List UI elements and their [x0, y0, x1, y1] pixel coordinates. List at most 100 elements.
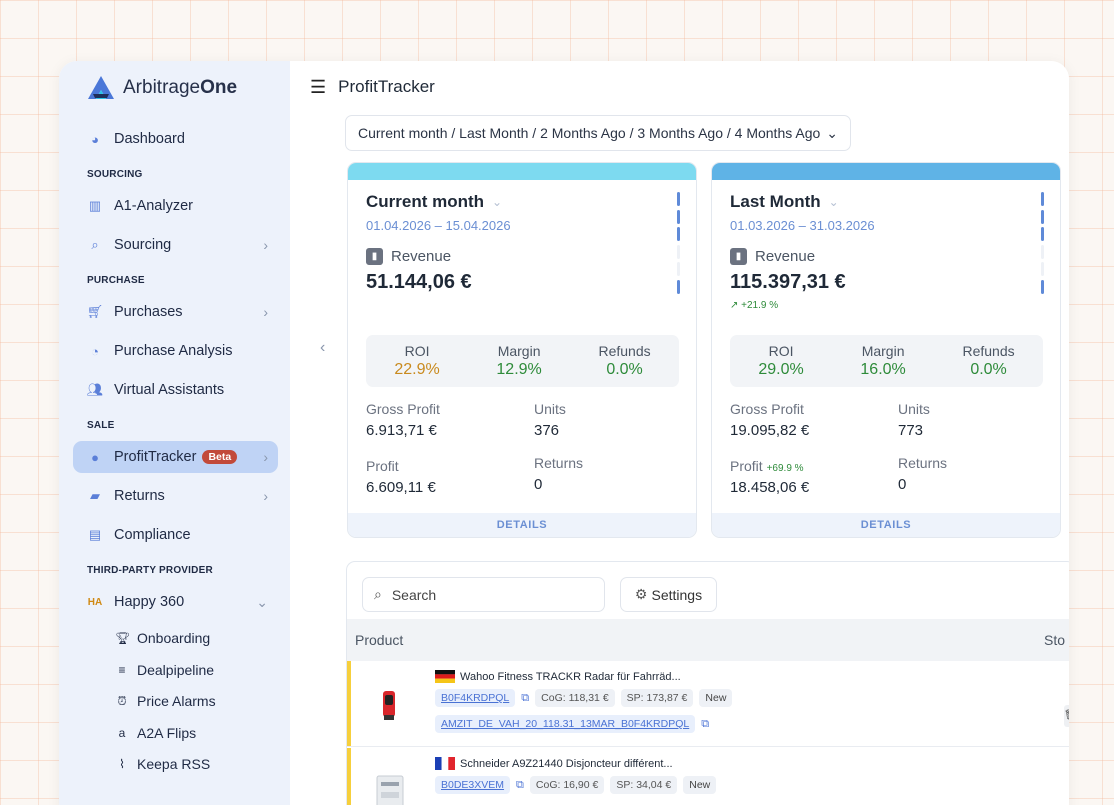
revenue-chart-icon: ▮ — [730, 248, 747, 265]
sidebar-item-label: Virtual Assistants — [114, 382, 225, 398]
revenue-trend: ↗ +21.9 % — [730, 300, 779, 311]
chevron-right-icon: › — [263, 488, 268, 504]
sidebar-item-label: A2A Flips — [137, 724, 197, 741]
copy-icon[interactable]: ⧉ — [701, 718, 709, 731]
cart-icon: 🛒︎ — [86, 304, 104, 319]
table-row[interactable]: Wahoo Fitness TRACKR Radar für Fahrräd..… — [347, 661, 1069, 747]
margin-label: Margin — [497, 343, 541, 359]
sidebar-item-label: Price Alarms — [137, 693, 216, 710]
period-selector[interactable]: Current month / Last Month / 2 Months Ag… — [345, 115, 851, 151]
section-purchase: PURCHASE — [87, 275, 145, 286]
table-row[interactable]: Schneider A9Z21440 Disjoncteur différent… — [347, 748, 1069, 805]
page-title: ProfitTracker — [338, 77, 435, 96]
revenue-label: ▮ Revenue — [366, 248, 696, 265]
section-third-party: THIRD-PARTY PROVIDER — [87, 565, 213, 576]
section-sourcing: SOURCING — [87, 169, 143, 180]
sidebar-item-label: Compliance — [114, 527, 191, 543]
sidebar-subitem-onboarding[interactable]: 🏆︎ Onboarding — [73, 625, 278, 651]
sidebar-item-label: A1-Analyzer — [114, 198, 193, 214]
margin-value: 12.9% — [496, 361, 542, 378]
sidebar-item-returns[interactable]: ▰ Returns › — [73, 480, 278, 512]
sidebar: ArbitrageOne ◕ Dashboard SOURCING ▥ A1-A… — [59, 61, 290, 805]
settings-label: Settings — [651, 586, 703, 603]
info-circle-icon: ● — [91, 449, 99, 465]
logo[interactable]: ArbitrageOne — [87, 75, 278, 101]
sidebar-item-label: ProfitTracker — [114, 449, 197, 465]
chevron-down-icon: ⌄ — [828, 195, 839, 209]
card-scrollbar[interactable] — [677, 192, 680, 294]
card-scrollbar[interactable] — [1041, 192, 1044, 294]
column-stock[interactable]: Sto — [1044, 632, 1065, 648]
product-title[interactable]: Schneider A9Z21440 Disjoncteur différent… — [435, 757, 673, 770]
sidebar-item-happy360[interactable]: HA Happy 360 ⌄ — [73, 586, 278, 618]
card-dates: 01.04.2026 – 15.04.2026 — [366, 218, 511, 233]
sidebar-item-label: Returns — [114, 488, 165, 504]
product-image — [383, 691, 395, 720]
sidebar-subitem-dealpipeline[interactable]: ≡ Dealpipeline — [73, 657, 278, 683]
details-button[interactable]: DETAILS — [348, 513, 696, 537]
gross-profit: Gross Profit 19.095,82 € — [730, 401, 810, 439]
document-shield-icon: ▤ — [88, 527, 102, 542]
hamburger-menu-icon[interactable]: ☰ — [310, 77, 326, 98]
main-content: ☰ ProfitTracker Current month / Last Mon… — [290, 61, 1069, 805]
sku-link[interactable]: AMZIT_DE_VAH_20_118.31_13MAR_B0F4KRDPQL — [435, 715, 696, 733]
trash-icon[interactable]: 🗑︎ — [1064, 705, 1069, 727]
revenue-value: 51.144,06 € — [366, 271, 472, 293]
sidebar-item-virtual-assistants[interactable]: 👥︎ Virtual Assistants — [73, 374, 278, 406]
beta-badge: Beta — [202, 450, 238, 464]
sp-chip: SP: 34,04 € — [610, 776, 678, 794]
sidebar-item-label: Dashboard — [114, 131, 185, 147]
roi-label: ROI — [768, 343, 794, 359]
asin-link[interactable]: B0DE3XVEM — [435, 776, 511, 794]
sidebar-item-label: Purchases — [114, 304, 183, 320]
sidebar-item-label: Sourcing — [114, 237, 172, 253]
filter-list-icon: ≡ — [118, 662, 126, 677]
roi-value: 22.9% — [394, 361, 440, 378]
sidebar-subitem-keepa-rss[interactable]: ⌇ Keepa RSS — [73, 751, 278, 777]
chevron-left-icon[interactable]: ‹ — [320, 339, 325, 357]
france-flag-icon — [435, 757, 455, 770]
roi-value: 29.0% — [758, 361, 804, 378]
search-icon: ⌕ — [374, 586, 382, 602]
box-return-icon: ▰ — [90, 488, 100, 503]
sidebar-subitem-a2a-flips[interactable]: a A2A Flips — [73, 720, 278, 746]
chevron-right-icon: › — [263, 237, 268, 253]
sidebar-item-profittracker[interactable]: ● ProfitTracker Beta › — [73, 441, 278, 473]
card-title[interactable]: Last Month ⌄ — [730, 192, 1060, 212]
sidebar-item-label: Purchase Analysis — [114, 343, 233, 359]
sidebar-item-compliance[interactable]: ▤ Compliance — [73, 519, 278, 551]
product-chips: B0F4KRDPQL ⧉ CoG: 118,31 € SP: 173,87 € … — [435, 689, 733, 707]
chevron-right-icon: › — [263, 304, 268, 320]
refunds-value: 0.0% — [606, 361, 643, 378]
copy-icon[interactable]: ⧉ — [521, 692, 529, 705]
search-input[interactable]: ⌕ Search — [362, 577, 605, 612]
sidebar-item-a1-analyzer[interactable]: ▥ A1-Analyzer — [73, 190, 278, 222]
products-table: ⌕ Search ⚙ Settings Product Sto Wahoo Fi… — [346, 561, 1069, 805]
product-title[interactable]: Wahoo Fitness TRACKR Radar für Fahrräd..… — [435, 670, 681, 683]
sidebar-item-purchase-analysis[interactable]: ◔ Purchase Analysis — [73, 335, 278, 367]
details-button[interactable]: DETAILS — [712, 513, 1060, 537]
sidebar-item-dashboard[interactable]: ◕ Dashboard — [73, 123, 278, 155]
amazon-icon: a — [118, 725, 126, 740]
germany-flag-icon — [435, 670, 455, 683]
margin-label: Margin — [861, 343, 905, 359]
returns: Returns 0 — [534, 455, 584, 493]
row-status-bar — [347, 661, 351, 746]
refunds-value: 0.0% — [970, 361, 1007, 378]
gear-icon: ⚙ — [634, 586, 648, 602]
revenue-label: ▮ Revenue — [730, 248, 1060, 265]
sidebar-item-purchases[interactable]: 🛒︎ Purchases › — [73, 296, 278, 328]
settings-button[interactable]: ⚙ Settings — [620, 577, 717, 612]
column-product[interactable]: Product — [355, 632, 403, 648]
arbitrageone-logo-icon — [88, 76, 114, 99]
sp-chip: SP: 173,87 € — [620, 689, 694, 707]
card-title[interactable]: Current month ⌄ — [366, 192, 696, 212]
sidebar-subitem-price-alarms[interactable]: ⏰︎ Price Alarms — [73, 688, 278, 714]
ratio-stats: ROI 22.9% Margin 12.9% Refunds 0.0% — [366, 335, 679, 387]
pie-chart-icon: ◔ — [91, 343, 99, 359]
chevron-down-icon: ⌄ — [826, 124, 838, 141]
table-header: Product Sto — [347, 619, 1069, 661]
copy-icon[interactable]: ⧉ — [516, 779, 524, 792]
asin-link[interactable]: B0F4KRDPQL — [435, 689, 516, 707]
sidebar-item-sourcing[interactable]: ⌕ Sourcing › — [73, 229, 278, 261]
